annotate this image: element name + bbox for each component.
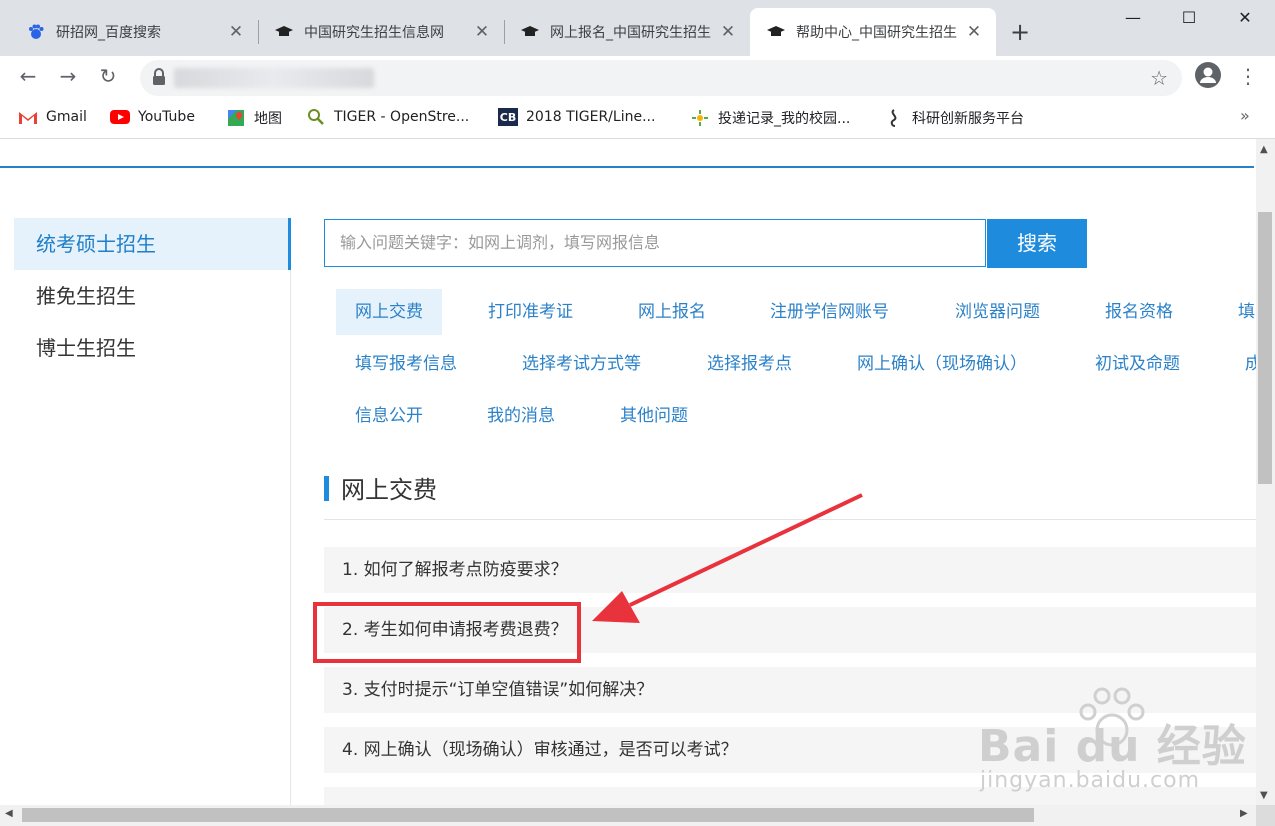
bookmark-label: TIGER - OpenStre... xyxy=(334,109,470,125)
new-tab-button[interactable]: + xyxy=(1010,18,1030,46)
research-platform-icon xyxy=(884,109,904,127)
browser-menu-icon[interactable]: ⋮ xyxy=(1238,64,1258,88)
lock-icon xyxy=(152,68,166,86)
maximize-button[interactable]: ☐ xyxy=(1166,8,1212,27)
reload-button[interactable]: ↻ xyxy=(94,62,122,90)
bookmark-maps[interactable]: 地图 xyxy=(226,108,282,128)
baidu-paw-icon xyxy=(26,22,46,42)
back-button[interactable]: ← xyxy=(14,62,42,90)
scroll-left-arrow-icon[interactable]: ◀ xyxy=(5,808,13,819)
browser-tab[interactable]: 网上报名_中国研究生招生 ✕ xyxy=(504,8,750,56)
tab-close-icon[interactable]: ✕ xyxy=(226,22,246,42)
profile-avatar-icon[interactable] xyxy=(1195,62,1221,88)
tiger-icon xyxy=(306,108,326,126)
bookmark-tiger-line[interactable]: CB 2018 TIGER/Line... xyxy=(498,108,655,126)
vertical-scrollbar-thumb[interactable] xyxy=(1258,212,1272,484)
bookmarks-overflow-button[interactable]: » xyxy=(1240,106,1250,125)
browser-tab-strip: 研招网_百度搜索 ✕ 中国研究生招生信息网 ✕ 网上报名_中国研究生招生 ✕ 帮… xyxy=(0,0,1275,56)
bookmark-gmail[interactable]: Gmail xyxy=(18,108,87,126)
scroll-up-arrow-icon[interactable]: ▲ xyxy=(1260,144,1268,155)
forward-button[interactable]: → xyxy=(54,62,82,90)
maps-icon xyxy=(226,109,246,127)
census-cb-icon: CB xyxy=(498,108,518,126)
browser-tab[interactable]: 中国研究生招生信息网 ✕ xyxy=(258,8,504,56)
scrollbar-corner xyxy=(1256,805,1275,826)
browser-toolbar: ← → ↻ ☆ xyxy=(0,56,1275,98)
browser-tab[interactable]: 研招网_百度搜索 ✕ xyxy=(10,8,258,56)
tab-close-icon[interactable]: ✕ xyxy=(472,22,492,42)
minimize-button[interactable]: — xyxy=(1110,8,1156,27)
tab-title: 研招网_百度搜索 xyxy=(56,25,161,41)
tab-close-icon[interactable]: ✕ xyxy=(964,22,984,42)
graduation-cap-icon xyxy=(520,22,540,42)
bookmark-label: YouTube xyxy=(138,109,195,125)
tab-title: 中国研究生招生信息网 xyxy=(304,25,444,41)
campus-icon xyxy=(690,109,710,127)
youtube-icon xyxy=(110,108,130,126)
bookmark-label: 科研创新服务平台 xyxy=(912,111,1024,127)
watermark-text: Bai du 经验 xyxy=(978,721,1247,772)
bookmark-research-platform[interactable]: 科研创新服务平台 xyxy=(884,108,1024,128)
gmail-icon xyxy=(18,108,38,126)
bookmarks-bar: Gmail YouTube 地图 TIGER - OpenStre... CB … xyxy=(0,98,1275,139)
graduation-cap-icon xyxy=(274,22,294,42)
graduation-cap-icon xyxy=(766,22,786,42)
bookmark-youtube[interactable]: YouTube xyxy=(110,108,195,126)
bookmark-label: 2018 TIGER/Line... xyxy=(526,109,656,125)
bookmark-star-icon[interactable]: ☆ xyxy=(1150,66,1168,90)
bookmark-campus[interactable]: 投递记录_我的校园... xyxy=(690,108,850,128)
bookmark-label: Gmail xyxy=(46,109,87,125)
horizontal-scrollbar-thumb[interactable] xyxy=(22,808,1034,822)
watermark-url: jingyan.baidu.com xyxy=(980,768,1201,793)
address-bar[interactable]: ☆ xyxy=(140,60,1182,96)
scroll-right-arrow-icon[interactable]: ▶ xyxy=(1240,808,1248,819)
scroll-down-arrow-icon[interactable]: ▼ xyxy=(1260,790,1268,801)
tab-close-icon[interactable]: ✕ xyxy=(718,22,738,42)
baidu-jingyan-watermark: Bai du 经验 jingyan.baidu.com xyxy=(978,686,1248,806)
blurred-url xyxy=(174,68,374,88)
tab-title: 帮助中心_中国研究生招生 xyxy=(796,25,957,41)
bookmark-label: 投递记录_我的校园... xyxy=(718,111,851,127)
bookmark-label: 地图 xyxy=(254,111,282,127)
browser-tab-active[interactable]: 帮助中心_中国研究生招生 ✕ xyxy=(750,8,996,56)
bookmark-tiger-osm[interactable]: TIGER - OpenStre... xyxy=(306,108,469,126)
close-window-button[interactable]: ✕ xyxy=(1222,8,1268,27)
tab-title: 网上报名_中国研究生招生 xyxy=(550,25,711,41)
